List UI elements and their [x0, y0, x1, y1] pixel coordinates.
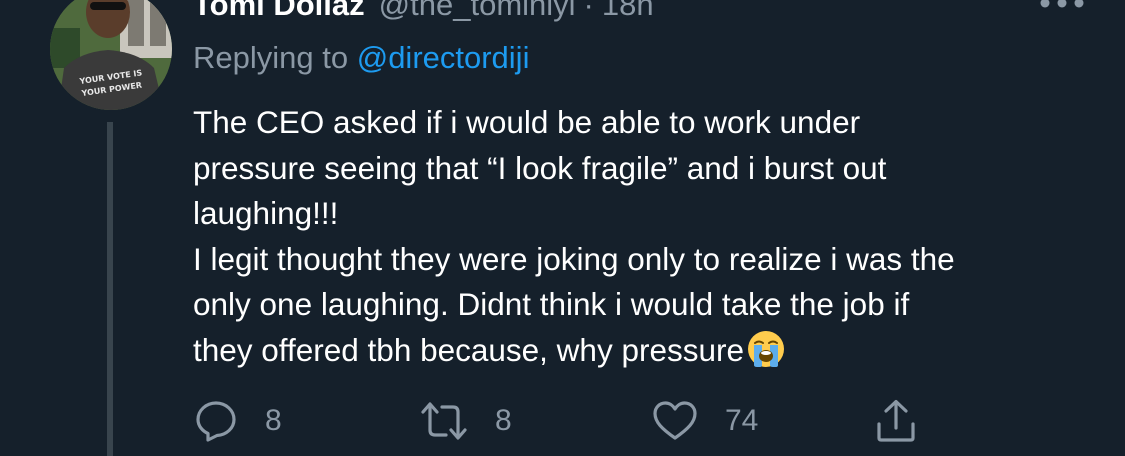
retweet-button[interactable]: 8 — [419, 398, 512, 444]
heart-icon — [653, 401, 697, 440]
share-icon — [877, 399, 915, 442]
replying-to: Replying to @directordiji — [193, 40, 529, 76]
loudly-crying-face-icon — [746, 329, 786, 369]
tweet-line: I legit thought they were joking only to… — [193, 240, 955, 277]
retweet-count: 8 — [495, 404, 512, 437]
tweet-line: laughing!!! — [193, 195, 339, 231]
tweet-line: pressure seeing that “I look fragile” an… — [193, 149, 887, 186]
replying-prefix: Replying to — [193, 40, 357, 75]
tweet-line-last: they offered tbh because, why pressure — [193, 328, 1093, 374]
reply-button[interactable]: 8 — [193, 398, 282, 444]
share-button[interactable] — [873, 398, 919, 444]
like-count: 74 — [725, 404, 759, 437]
tweet[interactable]: YOUR VOTE IS YOUR POWER Tomi Dollaz @the… — [0, 0, 1125, 456]
avatar[interactable]: YOUR VOTE IS YOUR POWER — [50, 0, 172, 110]
replying-to-mention[interactable]: @directordiji — [357, 40, 530, 75]
handle[interactable]: @the_tominiyi — [379, 0, 576, 23]
display-name[interactable]: Tomi Dollaz — [193, 0, 365, 23]
more-button[interactable] — [1037, 0, 1087, 22]
more-icon — [1040, 0, 1084, 8]
thread-line — [107, 122, 113, 456]
reply-count: 8 — [265, 404, 282, 437]
tweet-header: Tomi Dollaz @the_tominiyi · 18h — [193, 0, 654, 27]
tweet-line: only one laughing. Didnt think i would t… — [193, 286, 910, 322]
timestamp[interactable]: 18h — [602, 0, 654, 23]
tweet-line: they offered tbh because, why pressure — [193, 331, 745, 368]
reply-icon — [196, 401, 236, 442]
like-button[interactable]: 74 — [651, 398, 758, 444]
tweet-actions: 8 8 74 — [193, 398, 933, 444]
separator-dot: · — [583, 0, 594, 22]
retweet-icon — [421, 402, 467, 440]
tweet-line: The CEO asked if i would be able to work… — [193, 104, 861, 140]
tweet-text: The CEO asked if i would be able to work… — [193, 100, 1093, 373]
